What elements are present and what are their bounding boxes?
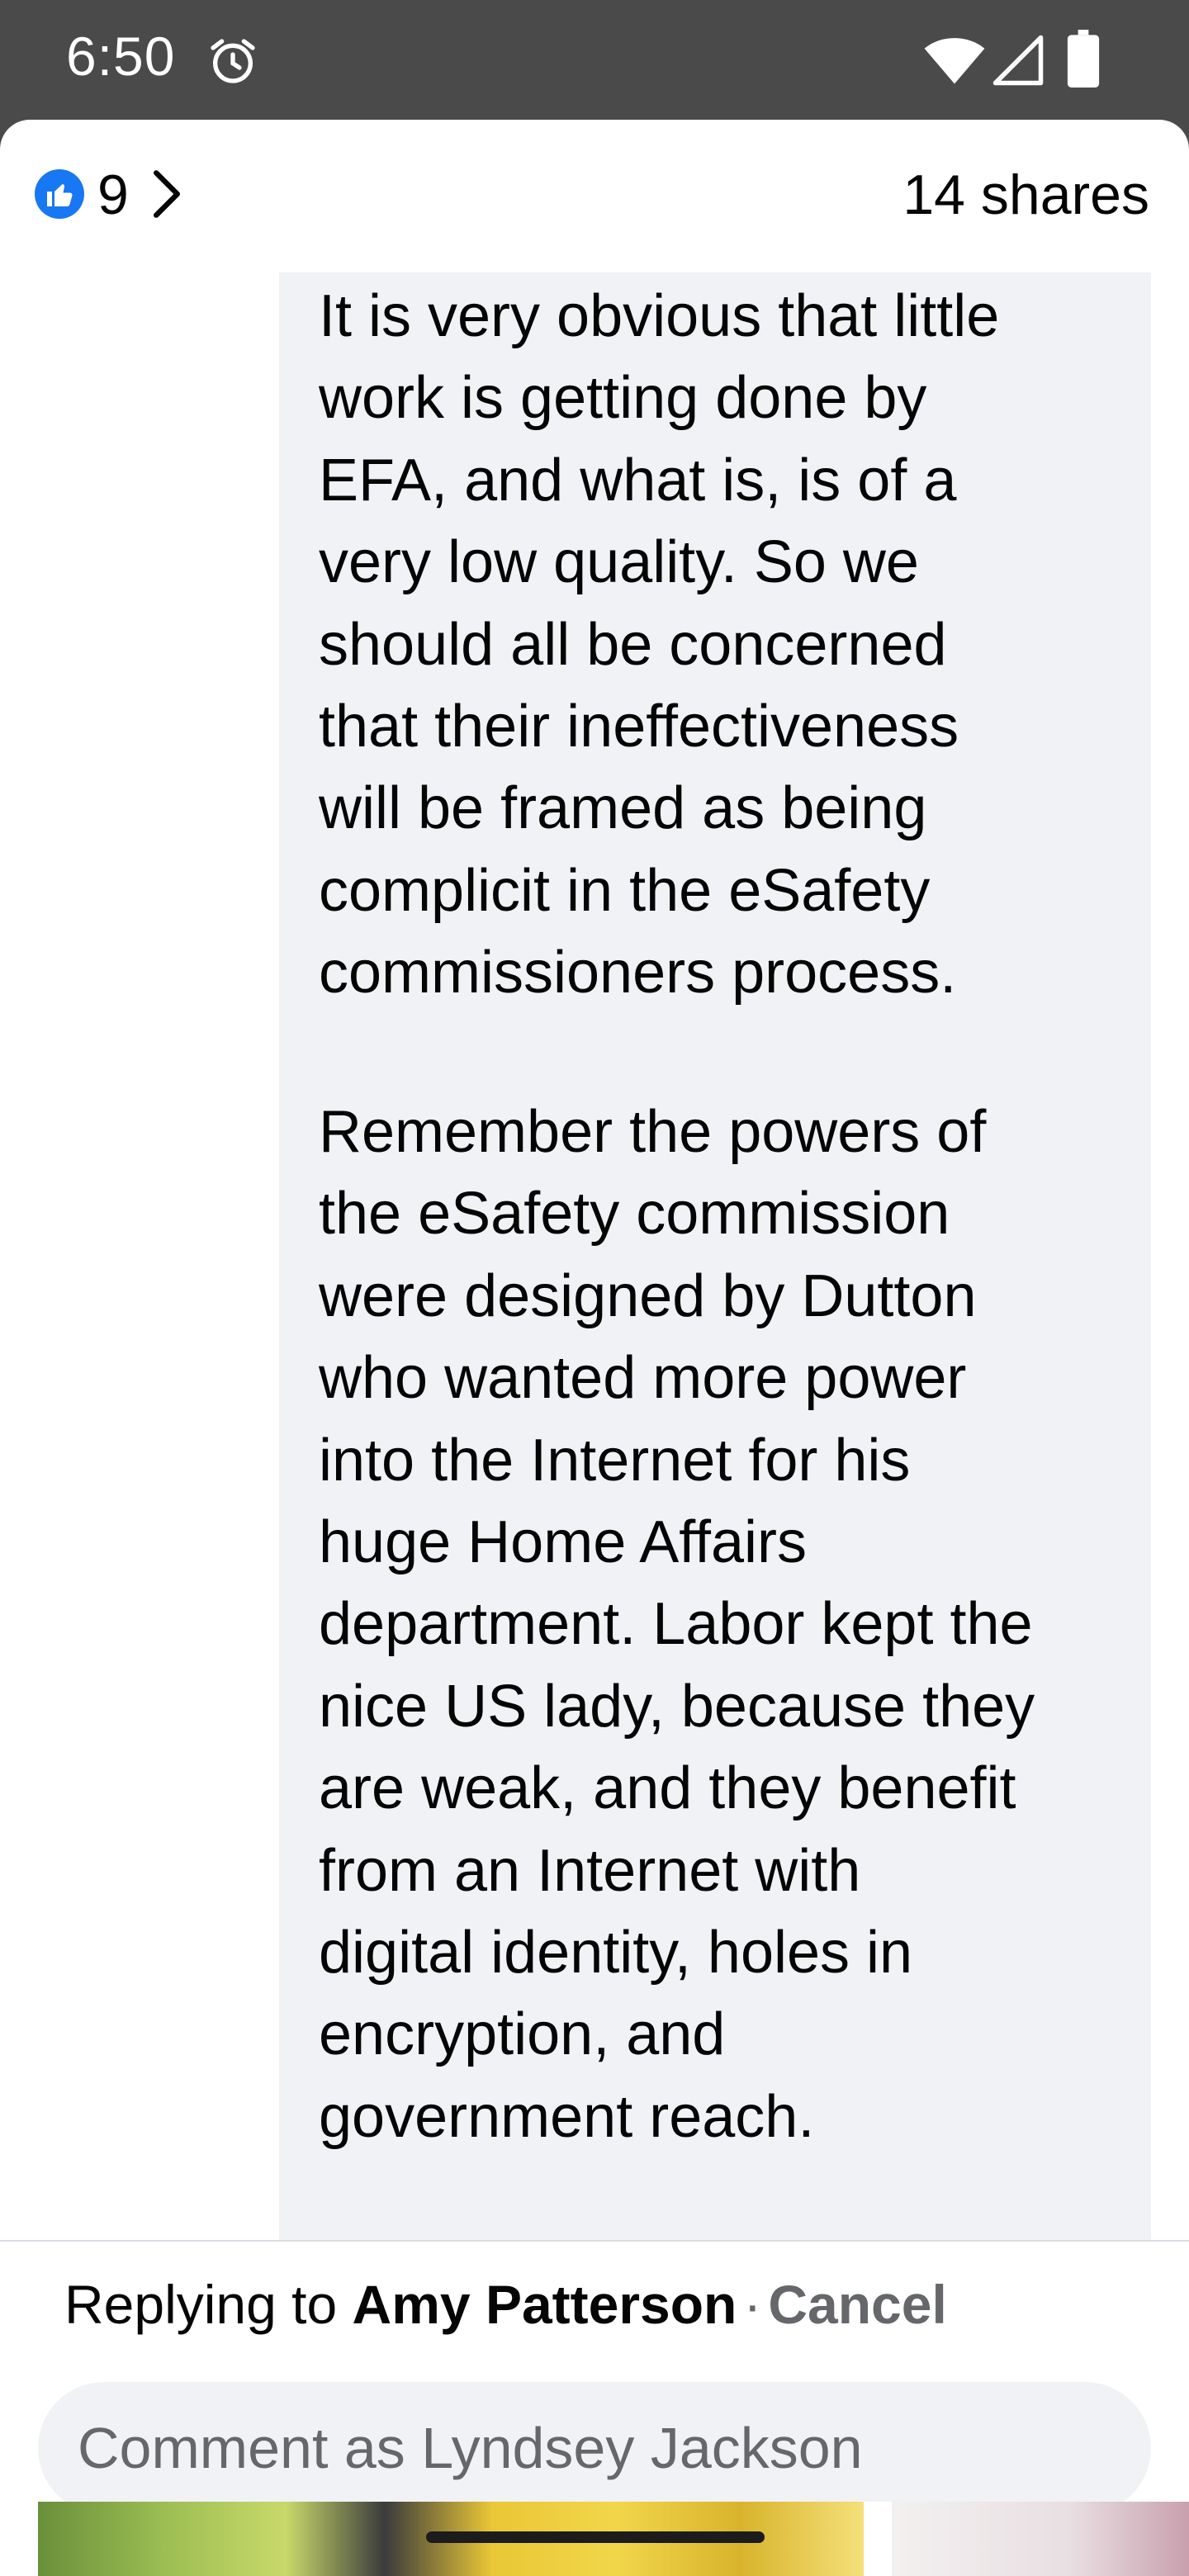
like-reaction-icon [35, 169, 84, 219]
comment-input[interactable] [38, 2382, 1151, 2502]
status-bar: 6:50 [0, 0, 1189, 120]
cancel-reply-button[interactable]: Cancel [768, 2274, 946, 2335]
chevron-right-icon[interactable] [149, 168, 185, 220]
replying-to-line: Replying to Amy Patterson · Cancel [64, 2273, 947, 2336]
separator-dot: · [743, 2274, 762, 2335]
battery-icon [1067, 30, 1100, 88]
comments-sheet: 9 14 shares It is very obvious that litt… [0, 120, 1189, 2502]
wifi-icon [924, 38, 985, 84]
comment-bubble: It is very obvious that little work is g… [279, 272, 1151, 2378]
comment-paragraph-1: It is very obvious that little work is g… [319, 283, 1000, 1006]
shares-count[interactable]: 14 shares [902, 163, 1149, 227]
reply-panel: Replying to Amy Patterson · Cancel [0, 2240, 1189, 2502]
comment-paragraph-2: Remember the powers of the eSafety commi… [319, 1099, 1035, 2150]
like-count: 9 [97, 163, 129, 226]
signal-icon [992, 35, 1044, 86]
replying-prefix: Replying to [64, 2274, 338, 2335]
alarm-icon [211, 39, 255, 83]
reply-target-name: Amy Patterson [352, 2274, 737, 2335]
status-time: 6:50 [66, 26, 176, 87]
home-indicator[interactable] [426, 2531, 765, 2543]
reactions-bar[interactable]: 9 14 shares [0, 120, 1189, 252]
background-photo-2 [892, 2502, 1189, 2576]
